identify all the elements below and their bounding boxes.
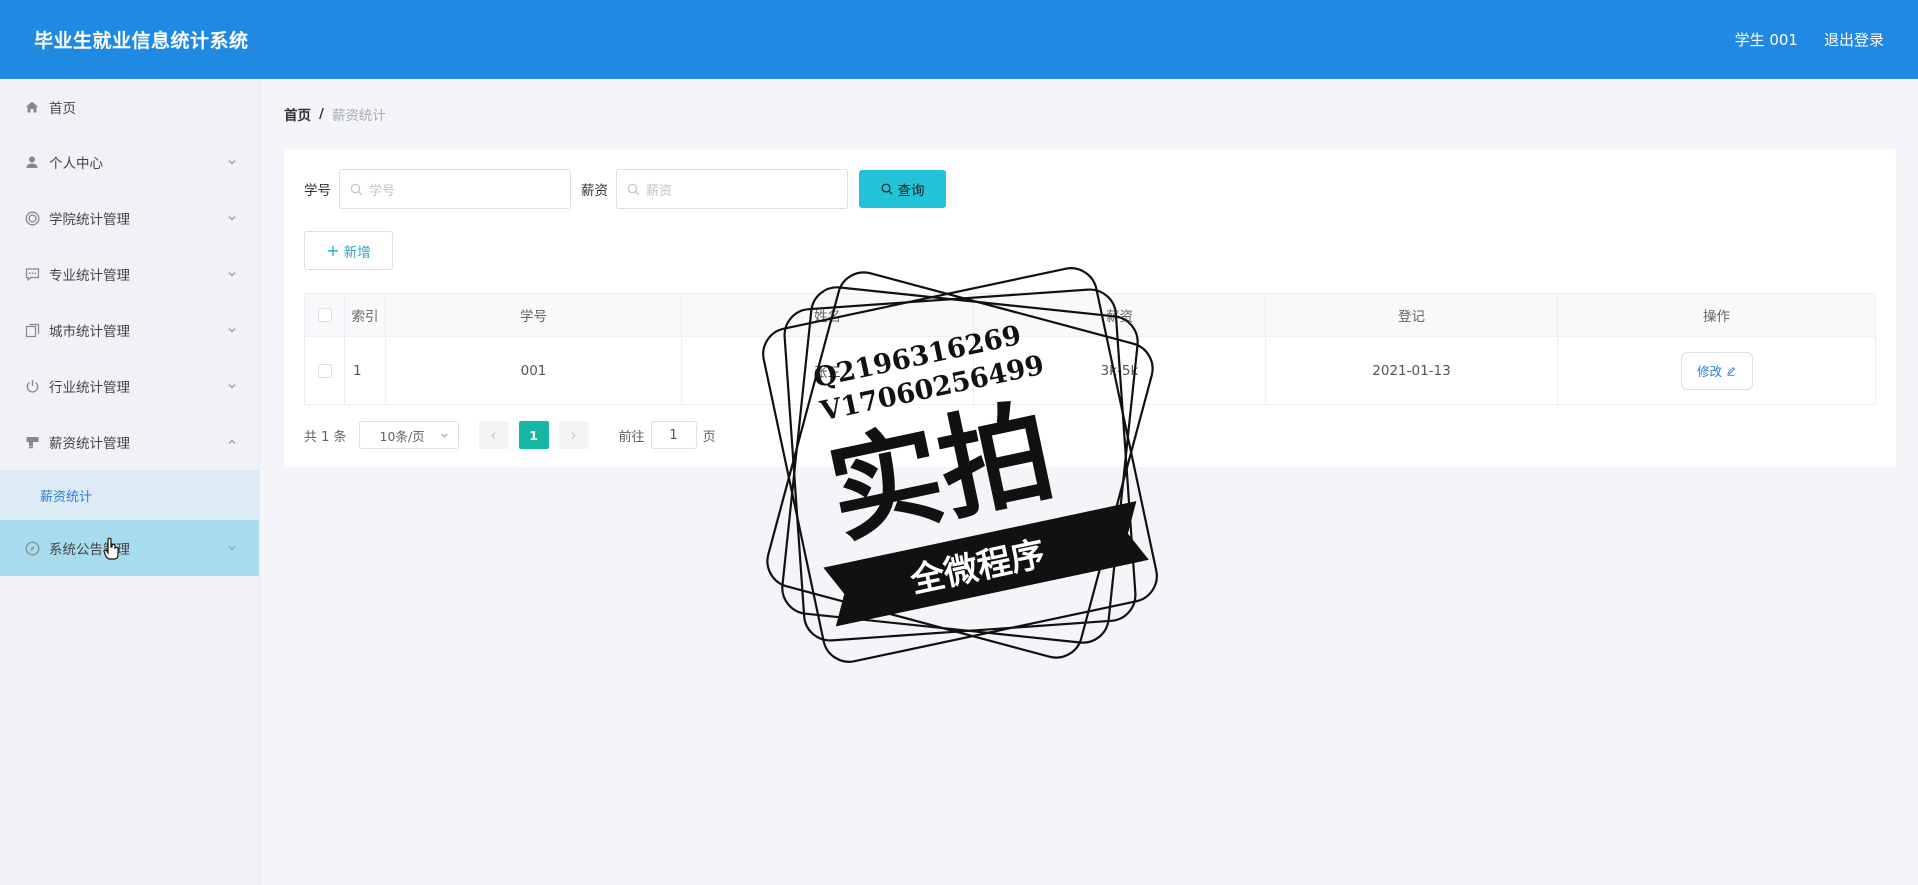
breadcrumb-home[interactable]: 首页 xyxy=(284,104,311,124)
sidebar-item-notice[interactable]: 系统公告管理 xyxy=(0,520,259,576)
sidebar-item-label: 学院统计管理 xyxy=(49,212,130,228)
col-index[interactable]: 索引 xyxy=(344,293,386,337)
edit-button[interactable]: 修改 xyxy=(1680,351,1753,390)
top-header: 毕业生就业信息统计系统 学生 001 退出登录 xyxy=(0,0,1918,79)
sidebar-item-salary[interactable]: 薪资统计管理 xyxy=(0,414,259,470)
chevron-down-icon xyxy=(228,160,236,165)
query-button[interactable]: 查询 xyxy=(859,170,946,208)
search-icon xyxy=(350,183,363,195)
chevron-down-icon xyxy=(228,328,236,333)
sidebar-item-profile[interactable]: 个人中心 xyxy=(0,134,259,190)
add-button[interactable]: + 新增 xyxy=(304,231,393,270)
student-id-label: 学号 xyxy=(304,183,331,199)
cell-student-id: 001 xyxy=(385,336,682,405)
prev-page-button[interactable] xyxy=(478,421,509,449)
page-unit-label: 页 xyxy=(702,429,716,445)
logout-button[interactable]: 退出登录 xyxy=(1824,29,1884,50)
watermark-stamp: Q2196316269 V17060256499 实拍 全微程序 xyxy=(762,267,1158,663)
chevron-down-icon xyxy=(228,384,236,389)
copy-icon xyxy=(24,322,40,338)
page-number-current[interactable]: 1 xyxy=(518,421,549,449)
plus-icon: + xyxy=(326,240,340,260)
student-id-input[interactable]: 学号 xyxy=(339,169,571,209)
goto-page-input[interactable]: 1 xyxy=(650,421,697,449)
edit-label: 修改 xyxy=(1696,364,1722,379)
pagination: 共 1 条 10条/页 1 前往 1 页 xyxy=(304,421,716,449)
sidebar-item-label: 薪资统计管理 xyxy=(49,436,130,452)
sidebar-item-industry[interactable]: 行业统计管理 xyxy=(0,358,259,414)
power-icon xyxy=(24,378,40,394)
chevron-down-icon xyxy=(440,433,448,438)
col-action: 操作 xyxy=(1557,293,1876,337)
edit-icon xyxy=(1727,366,1736,376)
salary-placeholder: 薪资 xyxy=(646,183,673,199)
sidebar-item-label: 专业统计管理 xyxy=(49,268,130,284)
page-size-select[interactable]: 10条/页 xyxy=(358,421,459,449)
page-size-value: 10条/页 xyxy=(379,428,425,444)
select-all-cell xyxy=(304,293,345,337)
breadcrumb-separator: / xyxy=(319,106,324,122)
sidebar-subitem-salary-stats[interactable]: 薪资统计 xyxy=(0,470,259,520)
cell-index: 1 xyxy=(344,336,386,405)
breadcrumb: 首页 / 薪资统计 xyxy=(284,104,386,124)
chevron-down-icon xyxy=(228,216,236,221)
col-date[interactable]: 登记 xyxy=(1265,293,1558,337)
add-label: 新增 xyxy=(343,244,371,261)
chevron-left-icon xyxy=(491,431,496,439)
stamp-icon xyxy=(24,434,40,450)
sidebar-item-label: 个人中心 xyxy=(49,156,103,172)
sidebar-item-city[interactable]: 城市统计管理 xyxy=(0,302,259,358)
header-right: 学生 001 退出登录 xyxy=(1735,29,1884,50)
home-icon xyxy=(24,99,40,115)
next-page-button[interactable] xyxy=(558,421,589,449)
hand-cursor-icon xyxy=(103,537,119,560)
search-icon xyxy=(627,183,640,195)
col-student-id[interactable]: 学号 xyxy=(385,293,682,337)
chevron-up-icon xyxy=(228,439,236,444)
sidebar-item-label: 行业统计管理 xyxy=(49,380,130,396)
sidebar-item-college[interactable]: 学院统计管理 xyxy=(0,190,259,246)
chat-icon xyxy=(24,266,40,282)
sidebar-item-label: 城市统计管理 xyxy=(49,324,130,340)
app-title: 毕业生就业信息统计系统 xyxy=(34,30,249,52)
sidebar-item-home[interactable]: 首页 xyxy=(0,79,259,134)
chevron-down-icon xyxy=(228,272,236,277)
salary-input[interactable]: 薪资 xyxy=(616,169,848,209)
chevron-right-icon xyxy=(571,431,576,439)
student-id-placeholder: 学号 xyxy=(369,183,396,199)
sidebar: 首页 个人中心 学院统计管理 专业统计管理 城市统计管理 行业统计管理 薪资统计… xyxy=(0,79,260,885)
query-label: 查询 xyxy=(897,183,925,199)
user-icon xyxy=(24,154,40,170)
pager-total: 共 1 条 xyxy=(304,429,347,445)
sidebar-item-major[interactable]: 专业统计管理 xyxy=(0,246,259,302)
breadcrumb-current: 薪资统计 xyxy=(331,108,386,124)
salary-label: 薪资 xyxy=(581,183,608,199)
sidebar-item-label: 首页 xyxy=(49,100,76,117)
chevron-down-icon xyxy=(228,546,236,551)
select-all-checkbox[interactable] xyxy=(317,308,332,322)
cell-action: 修改 xyxy=(1557,336,1876,405)
compass-icon xyxy=(24,540,40,556)
search-icon xyxy=(881,183,892,195)
row-select-cell xyxy=(304,336,345,405)
search-form: 学号 学号 薪资 薪资 查询 xyxy=(304,169,946,209)
row-checkbox[interactable] xyxy=(317,363,332,378)
current-user[interactable]: 学生 001 xyxy=(1735,29,1798,50)
goto-page: 前往 1 页 xyxy=(619,421,716,449)
goto-label: 前往 xyxy=(618,429,645,445)
circle-target-icon xyxy=(24,210,40,226)
cell-date: 2021-01-13 xyxy=(1265,336,1558,405)
